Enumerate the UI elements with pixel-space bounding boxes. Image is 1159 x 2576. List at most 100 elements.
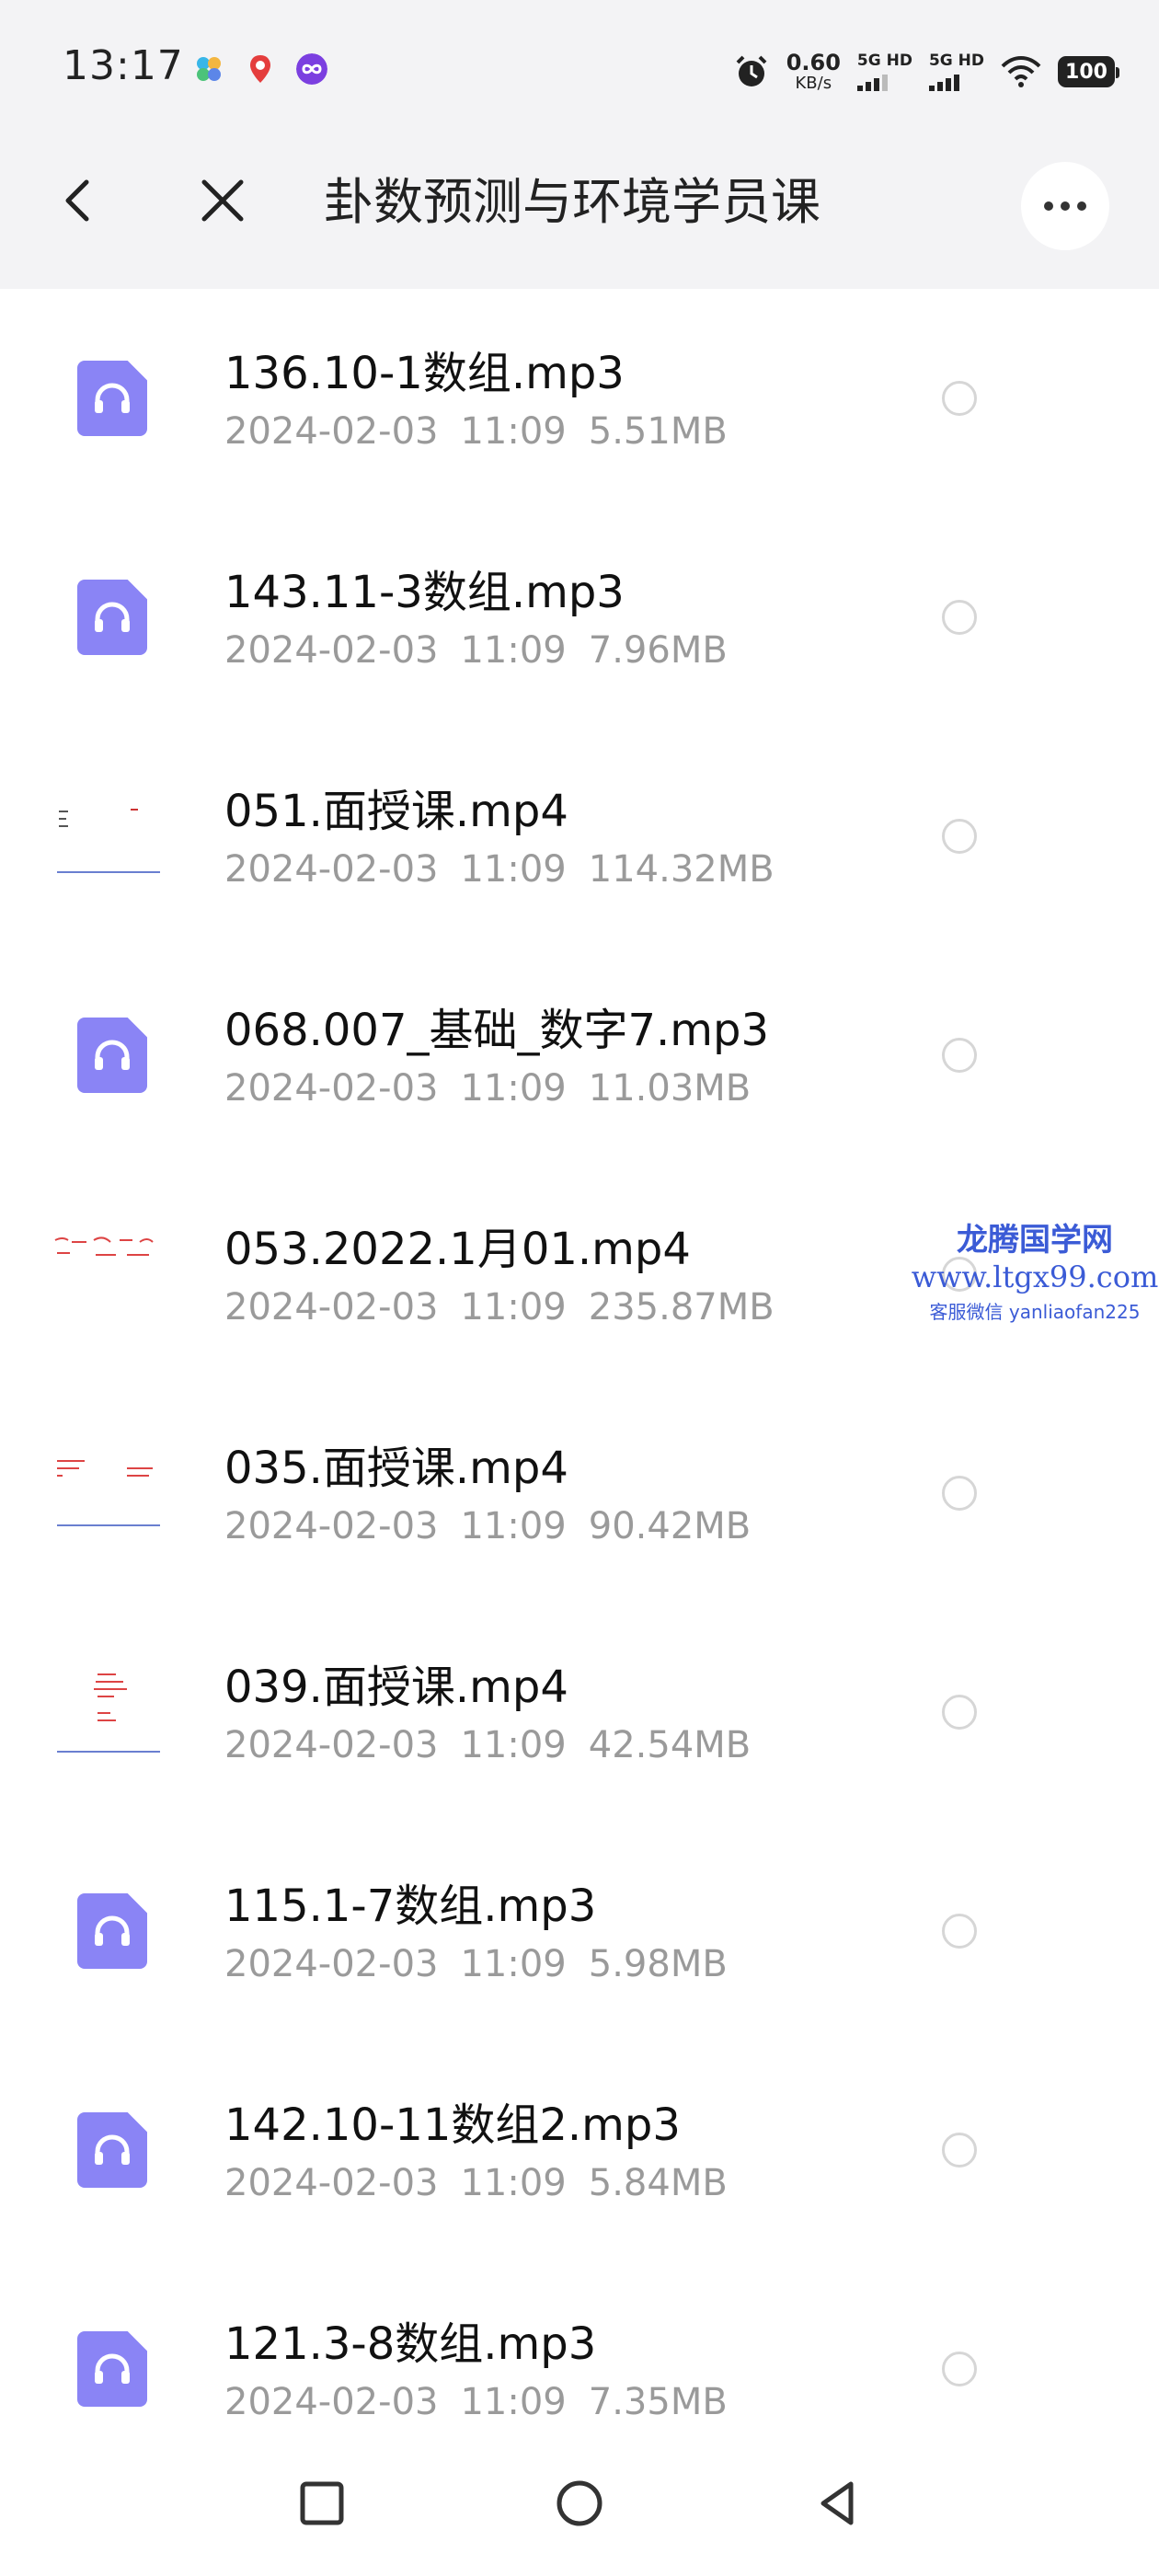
- app-pin-icon: [250, 55, 270, 83]
- video-thumbnail: [52, 791, 166, 887]
- watermark: 龙腾国学网 www.ltgx99.com 客服微信 yanliaofan225: [911, 1222, 1159, 1321]
- file-size: 114.32MB: [588, 848, 775, 891]
- file-list: 136.10-1数组.mp3 2024-02-03 11:09 5.51MB 143…: [0, 289, 1159, 2478]
- video-thumbnail-image: [52, 1229, 166, 1325]
- file-name: 039.面授课.mp4: [224, 1662, 568, 1713]
- file-date: 2024-02-03: [224, 629, 439, 672]
- more-options-button[interactable]: [1021, 162, 1109, 250]
- recents-button[interactable]: [290, 2471, 354, 2536]
- file-time: 11:09: [460, 1943, 567, 1985]
- net-speed-unit: KB/s: [795, 74, 832, 93]
- file-name: 142.10-11数组2.mp3: [224, 2099, 681, 2151]
- more-horizontal-icon: [1044, 201, 1053, 211]
- watermark-url: www.ltgx99.com: [911, 1259, 1159, 1295]
- audio-file-icon: [77, 1893, 147, 1969]
- file-meta: 2024-02-03 11:09 235.87MB: [224, 1286, 797, 1328]
- file-time: 11:09: [460, 629, 567, 672]
- status-time: 13:17: [63, 42, 184, 89]
- file-row-audio[interactable]: 068.007_基础_数字7.mp3 2024-02-03 11:09 11.03M…: [0, 946, 1159, 1165]
- file-time: 11:09: [460, 1724, 567, 1766]
- file-name: 068.007_基础_数字7.mp3: [224, 1005, 770, 1056]
- headphones-icon: [95, 1040, 130, 1070]
- app-header: 卦数预测与环境学员课: [0, 118, 1159, 289]
- select-checkbox[interactable]: [942, 1476, 977, 1511]
- file-meta: 2024-02-03 11:09 5.51MB: [224, 410, 750, 453]
- file-date: 2024-02-03: [224, 410, 439, 453]
- file-size: 5.98MB: [588, 1943, 728, 1985]
- status-right: 0.60 KB/s 5G HD 5G HD 100: [733, 44, 1119, 99]
- chevron-left-icon: [65, 179, 89, 222]
- headphones-icon: [95, 383, 130, 413]
- notification-icons: [193, 53, 327, 85]
- file-meta: 2024-02-03 11:09 114.32MB: [224, 848, 797, 891]
- close-button[interactable]: [195, 173, 250, 228]
- sim2-label: 5G HD: [928, 51, 984, 70]
- close-icon: [201, 179, 244, 222]
- select-checkbox[interactable]: [942, 1695, 977, 1730]
- home-button[interactable]: [547, 2471, 612, 2536]
- signal-sim1: 5G HD: [856, 51, 912, 91]
- wifi-icon: [1001, 56, 1041, 87]
- file-row-video[interactable]: 035.面授课.mp4 2024-02-03 11:09 90.42MB: [0, 1384, 1159, 1603]
- signal-bars-icon: [928, 73, 959, 91]
- file-name: 051.面授课.mp4: [224, 786, 568, 837]
- back-button[interactable]: [52, 173, 107, 228]
- audio-file-icon: [77, 2331, 147, 2407]
- file-row-audio[interactable]: 115.1-7数组.mp3 2024-02-03 11:09 5.98MB: [0, 1822, 1159, 2041]
- file-name: 035.面授课.mp4: [224, 1443, 568, 1494]
- video-thumbnail: [52, 1229, 166, 1325]
- video-thumbnail: [52, 1667, 166, 1763]
- audio-file-icon: [77, 2112, 147, 2188]
- file-time: 11:09: [460, 2162, 567, 2204]
- audio-file-icon: [77, 580, 147, 655]
- square-icon: [300, 2481, 344, 2525]
- file-row-audio[interactable]: 143.11-3数组.mp3 2024-02-03 11:09 7.96MB: [0, 508, 1159, 727]
- file-date: 2024-02-03: [224, 1724, 439, 1766]
- app-flower-icon: [197, 57, 221, 81]
- file-size: 90.42MB: [588, 1505, 752, 1547]
- watermark-title: 龙腾国学网: [957, 1222, 1113, 1259]
- file-time: 11:09: [460, 1067, 567, 1110]
- signal-sim2: 5G HD: [928, 51, 984, 91]
- file-meta: 2024-02-03 11:09 42.54MB: [224, 1724, 773, 1766]
- file-size: 5.84MB: [588, 2162, 728, 2204]
- select-checkbox[interactable]: [942, 819, 977, 854]
- file-row-audio[interactable]: 136.10-1数组.mp3 2024-02-03 11:09 5.51MB: [0, 289, 1159, 508]
- file-date: 2024-02-03: [224, 848, 439, 891]
- file-row-video[interactable]: 051.面授课.mp4 2024-02-03 11:09 114.32MB: [0, 727, 1159, 946]
- file-name: 121.3-8数组.mp3: [224, 2318, 597, 2370]
- select-checkbox[interactable]: [942, 381, 977, 416]
- select-checkbox[interactable]: [942, 2352, 977, 2386]
- status-bar: 13:17 0.60 KB/s 5G HD 5G HD 100: [0, 0, 1159, 118]
- file-name: 115.1-7数组.mp3: [224, 1880, 597, 1932]
- net-speed: 0.60 KB/s: [786, 52, 841, 92]
- file-size: 7.35MB: [588, 2381, 728, 2423]
- file-date: 2024-02-03: [224, 1067, 439, 1110]
- page-title: 卦数预测与环境学员课: [324, 173, 820, 231]
- triangle-back-icon: [820, 2481, 854, 2525]
- file-time: 11:09: [460, 1505, 567, 1547]
- file-size: 235.87MB: [588, 1286, 775, 1328]
- file-time: 11:09: [460, 410, 567, 453]
- video-thumbnail-image: [52, 1448, 166, 1544]
- file-size: 42.54MB: [588, 1724, 752, 1766]
- file-time: 11:09: [460, 848, 567, 891]
- sim1-label: 5G HD: [856, 51, 912, 70]
- file-date: 2024-02-03: [224, 1505, 439, 1547]
- headphones-icon: [95, 602, 130, 632]
- file-meta: 2024-02-03 11:09 11.03MB: [224, 1067, 773, 1110]
- select-checkbox[interactable]: [942, 1038, 977, 1073]
- battery-indicator: 100: [1058, 56, 1119, 87]
- file-row-video[interactable]: 039.面授课.mp4 2024-02-03 11:09 42.54MB: [0, 1603, 1159, 1822]
- file-name: 136.10-1数组.mp3: [224, 348, 625, 399]
- file-meta: 2024-02-03 11:09 7.96MB: [224, 629, 750, 672]
- video-thumbnail: [52, 1448, 166, 1544]
- select-checkbox[interactable]: [942, 1914, 977, 1949]
- circle-icon: [557, 2480, 602, 2526]
- headphones-icon: [95, 2134, 130, 2165]
- back-nav-button[interactable]: [805, 2471, 869, 2536]
- select-checkbox[interactable]: [942, 600, 977, 635]
- file-row-audio[interactable]: 142.10-11数组2.mp3 2024-02-03 11:09 5.84MB: [0, 2041, 1159, 2260]
- file-name: 053.2022.1月01.mp4: [224, 1224, 691, 1275]
- select-checkbox[interactable]: [942, 2133, 977, 2168]
